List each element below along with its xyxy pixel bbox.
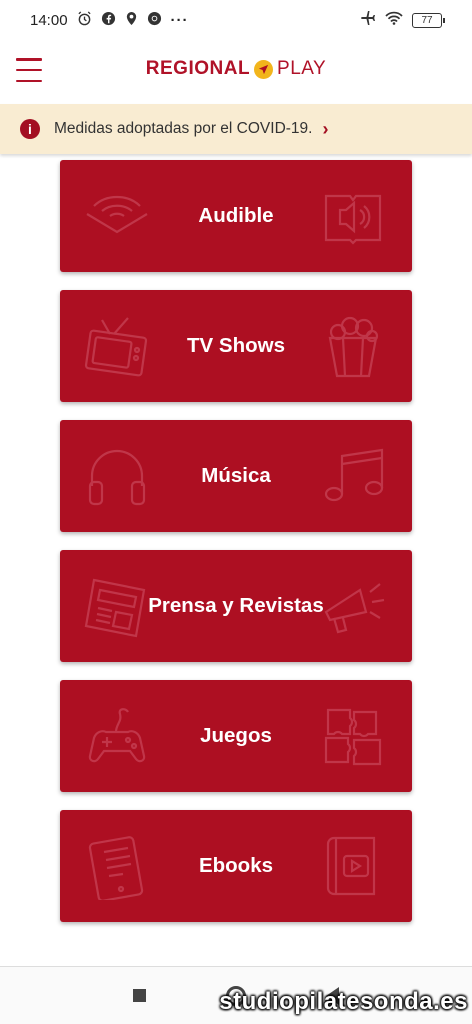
chrome-icon bbox=[147, 11, 162, 30]
regional-play-logo[interactable]: REGIONAL PLAY bbox=[0, 58, 472, 80]
category-list: Audible TV Shows Música Prensa y Revista… bbox=[60, 160, 412, 940]
status-right: 77 bbox=[360, 10, 445, 30]
card-label: Prensa y Revistas bbox=[148, 594, 324, 617]
tv-icon bbox=[84, 314, 150, 380]
battery-icon: 77 bbox=[412, 12, 445, 28]
card-label: Ebooks bbox=[198, 854, 274, 877]
video-book-icon bbox=[320, 834, 386, 900]
card-audible[interactable]: Audible bbox=[60, 160, 412, 272]
recent-apps-icon[interactable] bbox=[133, 989, 146, 1002]
gamepad-icon bbox=[84, 704, 150, 770]
megaphone-icon bbox=[320, 574, 386, 640]
logo-regional-text: REGIONAL bbox=[145, 58, 251, 79]
location-icon bbox=[125, 11, 138, 30]
card-label: Música bbox=[201, 464, 271, 487]
status-bar: 14:00 ··· 77 bbox=[0, 0, 472, 40]
card-label: Audible bbox=[198, 204, 274, 227]
newspaper-icon bbox=[84, 574, 150, 640]
card-tv-shows[interactable]: TV Shows bbox=[60, 290, 412, 402]
ereader-icon bbox=[84, 834, 150, 902]
music-note-icon bbox=[320, 444, 386, 510]
card-ebooks[interactable]: Ebooks bbox=[60, 810, 412, 922]
status-left: 14:00 ··· bbox=[30, 10, 189, 30]
chevron-right-icon: › bbox=[322, 118, 329, 139]
card-musica[interactable]: Música bbox=[60, 420, 412, 532]
notice-text: Medidas adoptadas por el COVID-19. bbox=[54, 120, 313, 137]
more-dots-icon: ··· bbox=[170, 11, 189, 29]
audible-logo-icon bbox=[84, 184, 150, 250]
audiobook-icon bbox=[320, 184, 386, 250]
puzzle-icon bbox=[320, 704, 386, 770]
logo-play-text: PLAY bbox=[277, 58, 327, 79]
covid-notice-banner[interactable]: i Medidas adoptadas por el COVID-19. › bbox=[0, 104, 472, 154]
card-label: TV Shows bbox=[187, 334, 285, 357]
alarm-icon bbox=[77, 10, 92, 30]
facebook-icon bbox=[101, 11, 116, 30]
status-time: 14:00 bbox=[30, 11, 68, 29]
watermark-text: studiopilatesonda.es bbox=[219, 988, 468, 1015]
info-icon: i bbox=[20, 119, 40, 139]
wifi-icon bbox=[385, 11, 403, 29]
card-prensa-revistas[interactable]: Prensa y Revistas bbox=[60, 550, 412, 662]
card-juegos[interactable]: Juegos bbox=[60, 680, 412, 792]
popcorn-icon bbox=[320, 314, 386, 380]
card-label: Juegos bbox=[200, 724, 272, 747]
logo-arrow-icon bbox=[254, 59, 274, 79]
headphones-icon bbox=[84, 444, 150, 510]
airplane-icon bbox=[360, 10, 376, 30]
app-header: REGIONAL PLAY bbox=[0, 40, 472, 104]
